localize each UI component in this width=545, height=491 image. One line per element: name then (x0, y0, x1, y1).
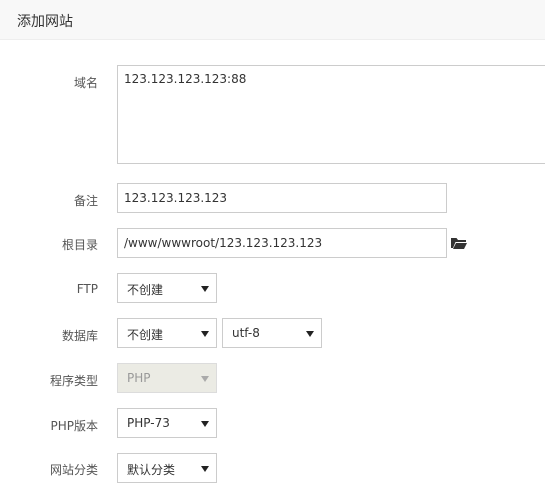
php-version-select[interactable]: PHP-73 (117, 408, 217, 438)
chevron-down-icon (306, 331, 314, 337)
chevron-down-icon (201, 376, 209, 382)
dialog-title: 添加网站 (17, 14, 73, 30)
site-category-select-value: 默认分类 (127, 463, 176, 477)
remark-label: 备注 (73, 194, 98, 208)
domain-textarea[interactable]: 123.123.123.123:88 (117, 65, 545, 164)
site-category-label: 网站分类 (49, 463, 98, 477)
charset-select[interactable]: utf-8 (222, 318, 322, 348)
chevron-down-icon (201, 421, 209, 427)
ftp-select[interactable]: 不创建 (117, 273, 217, 303)
php-version-select-value: PHP-73 (127, 416, 170, 430)
domain-label: 域名 (73, 76, 98, 90)
remark-input[interactable] (117, 183, 447, 213)
root-dir-input[interactable] (117, 228, 447, 258)
chevron-down-icon (201, 331, 209, 337)
program-type-label: 程序类型 (49, 374, 98, 388)
database-label: 数据库 (61, 329, 98, 343)
chevron-down-icon (201, 286, 209, 292)
database-select[interactable]: 不创建 (117, 318, 217, 348)
charset-select-value: utf-8 (232, 326, 260, 340)
site-category-select[interactable]: 默认分类 (117, 453, 217, 483)
folder-open-icon[interactable] (451, 236, 467, 249)
php-version-label: PHP版本 (50, 419, 99, 433)
root-dir-label: 根目录 (61, 238, 98, 252)
program-type-select-value: PHP (127, 371, 151, 385)
chevron-down-icon (201, 466, 209, 472)
database-select-value: 不创建 (127, 328, 164, 342)
ftp-label: FTP (76, 282, 98, 296)
program-type-select: PHP (117, 363, 217, 393)
dialog-header: 添加网站 (0, 0, 545, 40)
ftp-select-value: 不创建 (127, 283, 164, 297)
